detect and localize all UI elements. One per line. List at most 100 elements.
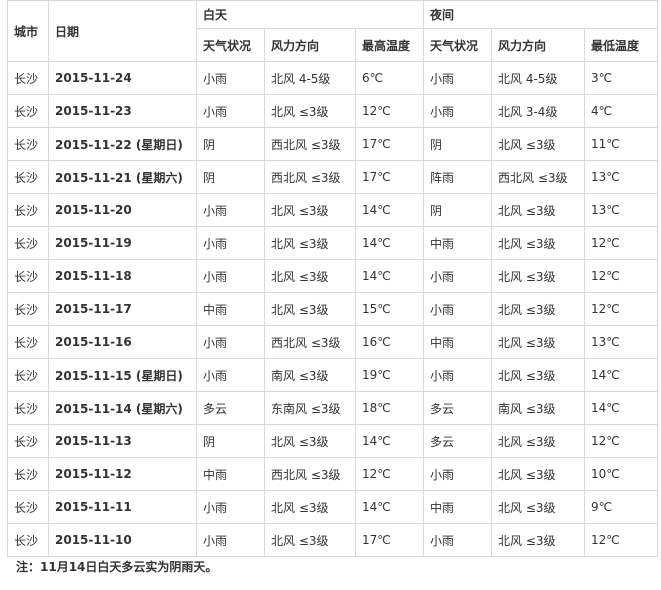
cell-night-wind: 北风 ≤3级: [491, 490, 586, 524]
cell-night-wind: 北风 ≤3级: [491, 226, 586, 260]
cell-night-wind: 北风 ≤3级: [491, 193, 586, 227]
cell-city: 长沙: [7, 490, 49, 524]
cell-date[interactable]: 2015-11-15 (星期日): [48, 358, 197, 392]
cell-city: 长沙: [7, 259, 49, 293]
cell-low-temp: 12℃: [584, 226, 659, 260]
cell-night-weather: 多云: [423, 424, 493, 458]
cell-night-wind: 北风 3-4级: [491, 94, 586, 128]
table-row: 长沙 2015-11-16 小雨 西北风 ≤3级 16℃ 中雨 北风 ≤3级 13℃: [7, 325, 659, 359]
cell-low-temp: 9℃: [584, 490, 659, 524]
cell-day-weather: 小雨: [196, 358, 265, 392]
cell-day-weather: 小雨: [196, 259, 265, 293]
cell-city: 长沙: [7, 424, 49, 458]
table-row: 长沙 2015-11-24 小雨 北风 4-5级 6℃ 小雨 北风 4-5级 3℃: [7, 61, 659, 95]
cell-night-weather: 小雨: [423, 523, 493, 557]
table-row: 长沙 2015-11-12 中雨 西北风 ≤3级 12℃ 小雨 北风 ≤3级 10℃: [7, 457, 659, 491]
cell-date[interactable]: 2015-11-13: [48, 424, 197, 458]
cell-day-weather: 阴: [196, 424, 265, 458]
cell-date[interactable]: 2015-11-23: [48, 94, 197, 128]
cell-night-wind: 北风 ≤3级: [491, 292, 586, 326]
cell-low-temp: 4℃: [584, 94, 659, 128]
cell-date[interactable]: 2015-11-16: [48, 325, 197, 359]
cell-day-weather: 小雨: [196, 193, 265, 227]
cell-date[interactable]: 2015-11-17: [48, 292, 197, 326]
cell-date[interactable]: 2015-11-18: [48, 259, 197, 293]
cell-night-weather: 小雨: [423, 358, 493, 392]
cell-day-weather: 中雨: [196, 457, 265, 491]
table-row: 长沙 2015-11-18 小雨 北风 ≤3级 14℃ 小雨 北风 ≤3级 12℃: [7, 259, 659, 293]
cell-low-temp: 14℃: [584, 358, 659, 392]
weather-history-table: 城市 日期 白天 夜间 天气状况 风力方向 最高温度 天气状况 风力方向 最低温…: [7, 0, 659, 557]
cell-city: 长沙: [7, 226, 49, 260]
header-day-high: 最高温度: [354, 28, 425, 62]
header-night-weather: 天气状况: [423, 28, 493, 62]
header-day: 白天: [195, 0, 425, 29]
cell-night-wind: 北风 4-5级: [491, 61, 586, 95]
cell-high-temp: 14℃: [354, 226, 425, 260]
cell-day-weather: 阴: [196, 160, 265, 194]
cell-high-temp: 14℃: [354, 490, 425, 524]
cell-high-temp: 12℃: [354, 94, 425, 128]
cell-night-weather: 小雨: [423, 94, 493, 128]
cell-day-wind: 北风 4-5级: [264, 61, 356, 95]
cell-low-temp: 13℃: [584, 325, 659, 359]
cell-night-weather: 中雨: [423, 325, 493, 359]
header-night: 夜间: [423, 0, 659, 29]
cell-date[interactable]: 2015-11-14 (星期六): [48, 391, 197, 425]
cell-low-temp: 3℃: [584, 61, 659, 95]
cell-high-temp: 17℃: [354, 523, 425, 557]
header-date: 日期: [48, 0, 197, 62]
cell-day-weather: 小雨: [196, 94, 265, 128]
cell-night-weather: 中雨: [423, 490, 493, 524]
cell-high-temp: 6℃: [354, 61, 425, 95]
cell-night-wind: 北风 ≤3级: [491, 358, 586, 392]
cell-night-weather: 中雨: [423, 226, 493, 260]
cell-night-weather: 阵雨: [423, 160, 493, 194]
cell-night-wind: 北风 ≤3级: [491, 424, 586, 458]
table-row: 长沙 2015-11-17 中雨 北风 ≤3级 15℃ 小雨 北风 ≤3级 12℃: [7, 292, 659, 326]
cell-day-weather: 中雨: [196, 292, 265, 326]
cell-day-weather: 小雨: [196, 490, 265, 524]
table-row: 长沙 2015-11-13 阴北风 ≤3级 14℃ 多云 北风 ≤3级 12℃: [7, 424, 659, 458]
cell-day-wind: 西北风 ≤3级: [264, 457, 356, 491]
cell-date[interactable]: 2015-11-24: [48, 61, 197, 95]
cell-date[interactable]: 2015-11-10: [48, 523, 197, 557]
cell-high-temp: 15℃: [354, 292, 425, 326]
cell-day-wind: 北风 ≤3级: [264, 94, 356, 128]
cell-high-temp: 14℃: [354, 193, 425, 227]
cell-night-weather: 多云: [423, 391, 493, 425]
table-row: 长沙 2015-11-22 (星期日) 阴西北风 ≤3级 17℃ 阴北风 ≤3级 11℃: [7, 127, 659, 161]
cell-high-temp: 17℃: [354, 127, 425, 161]
cell-date[interactable]: 2015-11-19: [48, 226, 197, 260]
cell-low-temp: 12℃: [584, 424, 659, 458]
cell-high-temp: 17℃: [354, 160, 425, 194]
cell-day-weather: 多云: [196, 391, 265, 425]
table-row: 长沙 2015-11-11 小雨 北风 ≤3级 14℃ 中雨 北风 ≤3级 9℃: [7, 490, 659, 524]
cell-day-wind: 北风 ≤3级: [264, 292, 356, 326]
cell-high-temp: 19℃: [354, 358, 425, 392]
cell-date[interactable]: 2015-11-21 (星期六): [48, 160, 197, 194]
header-row-group: 城市 日期 白天 夜间: [7, 0, 659, 62]
footnote: 注：11月14日白天多云实为阴雨天。: [16, 560, 218, 574]
cell-date[interactable]: 2015-11-22 (星期日): [48, 127, 197, 161]
cell-date[interactable]: 2015-11-12: [48, 457, 197, 491]
cell-low-temp: 11℃: [584, 127, 659, 161]
cell-city: 长沙: [7, 457, 49, 491]
cell-night-weather: 小雨: [423, 292, 493, 326]
cell-day-wind: 西北风 ≤3级: [264, 127, 356, 161]
cell-day-wind: 北风 ≤3级: [264, 490, 356, 524]
cell-city: 长沙: [7, 127, 49, 161]
cell-city: 长沙: [7, 358, 49, 392]
cell-city: 长沙: [7, 523, 49, 557]
cell-night-wind: 北风 ≤3级: [491, 127, 586, 161]
cell-low-temp: 13℃: [584, 160, 659, 194]
cell-day-wind: 北风 ≤3级: [264, 259, 356, 293]
cell-city: 长沙: [7, 160, 49, 194]
cell-date[interactable]: 2015-11-20: [48, 193, 197, 227]
cell-low-temp: 14℃: [584, 391, 659, 425]
cell-night-wind: 北风 ≤3级: [491, 325, 586, 359]
cell-high-temp: 14℃: [354, 424, 425, 458]
cell-date[interactable]: 2015-11-11: [48, 490, 197, 524]
cell-high-temp: 12℃: [354, 457, 425, 491]
cell-day-wind: 东南风 ≤3级: [264, 391, 356, 425]
